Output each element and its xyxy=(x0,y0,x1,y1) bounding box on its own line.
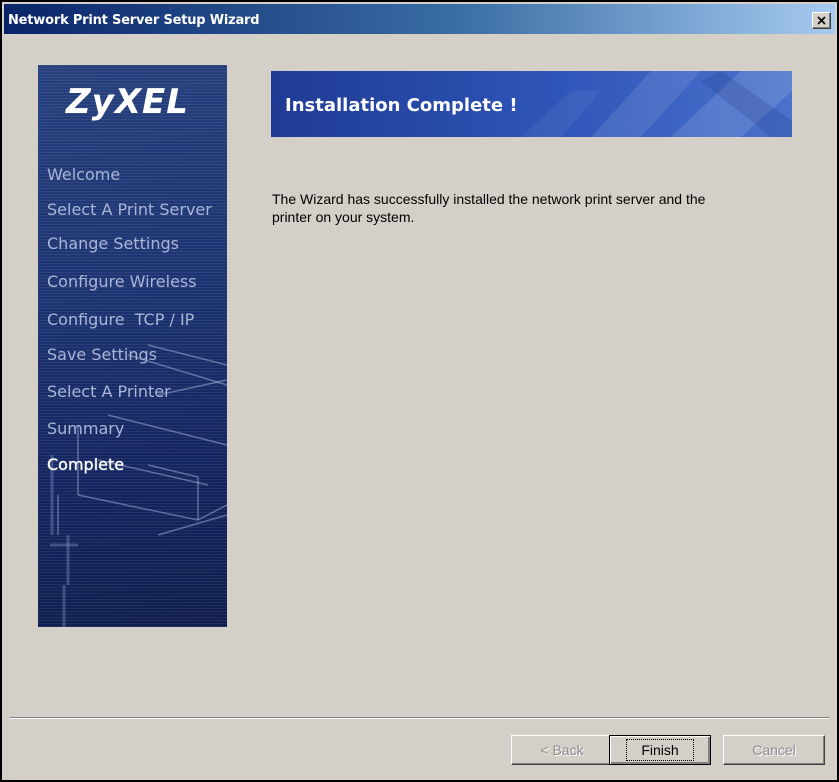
title-bar[interactable]: Network Print Server Setup Wizard xyxy=(4,4,835,34)
finish-button[interactable]: Finish xyxy=(609,735,711,765)
step-complete: Complete xyxy=(47,455,125,474)
step-welcome: Welcome xyxy=(47,165,121,184)
step-select-printer: Select A Printer xyxy=(47,382,171,401)
step-select-print-server: Select A Print Server xyxy=(47,200,212,219)
back-button[interactable]: < Back xyxy=(511,735,613,765)
completion-message: The Wizard has successfully installed th… xyxy=(272,191,706,225)
zyxel-logo: ZyXEL xyxy=(66,82,189,122)
header-banner: Installation Complete ! xyxy=(271,71,792,137)
close-button[interactable] xyxy=(812,12,831,29)
step-save-settings: Save Settings xyxy=(47,345,157,364)
button-separator xyxy=(10,717,829,719)
wizard-sidebar: ZyXEL Welcome Select A Print Server Chan… xyxy=(38,65,227,627)
close-icon xyxy=(817,16,826,25)
step-change-settings: Change Settings xyxy=(47,234,179,253)
finish-button-label: Finish xyxy=(626,739,694,761)
step-configure-tcp-ip: Configure TCP / IP xyxy=(47,310,195,329)
wizard-window: Network Print Server Setup Wizard ZyXEL … xyxy=(0,0,839,782)
step-configure-wireless: Configure Wireless xyxy=(47,272,197,291)
cancel-button[interactable]: Cancel xyxy=(723,735,825,765)
page-title: Installation Complete ! xyxy=(285,95,518,116)
step-summary: Summary xyxy=(47,419,125,438)
window-title: Network Print Server Setup Wizard xyxy=(8,13,260,28)
